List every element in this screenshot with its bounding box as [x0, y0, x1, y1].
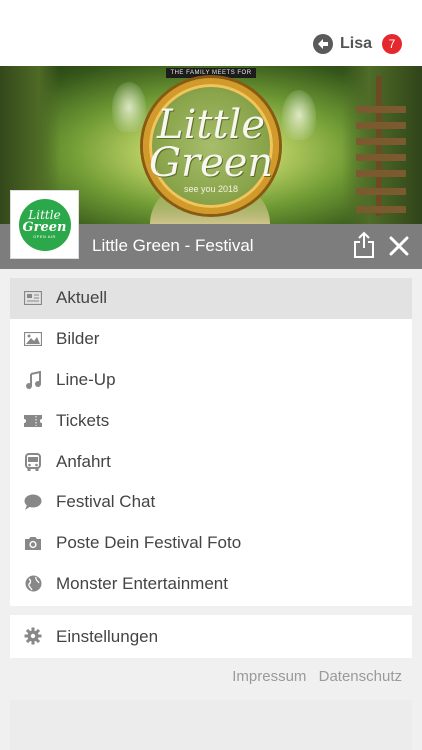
menu-item-label: Festival Chat [56, 492, 156, 512]
impressum-link[interactable]: Impressum [232, 668, 306, 685]
banner-tagline: see you 2018 [183, 184, 239, 194]
globe-icon [24, 575, 42, 593]
signpost-sign [356, 170, 406, 177]
menu-item-label: Poste Dein Festival Foto [56, 533, 242, 553]
user-name[interactable]: Lisa [340, 35, 372, 53]
share-icon[interactable] [352, 231, 376, 259]
menu-item-label: Bilder [56, 329, 100, 349]
menu-item-label: Monster Entertainment [56, 573, 228, 593]
gear-icon [24, 627, 42, 645]
fairy-left [112, 82, 146, 132]
fairy-right [282, 90, 316, 140]
banner-slogan: THE FAMILY MEETS FOR DANCING [166, 68, 256, 86]
settings-item[interactable]: Einstellungen [10, 615, 412, 658]
signpost-sign [356, 206, 406, 213]
bottom-panel [10, 700, 412, 750]
app-logo-icon [312, 34, 333, 54]
banner-brand: Little Green [149, 102, 274, 186]
menu-item-label: Aktuell [56, 288, 108, 308]
menu-item-poste-foto[interactable]: Poste Dein Festival Foto [10, 523, 412, 564]
chat-bubble-icon [24, 493, 42, 511]
event-logo-circle: Little Green OPEN AIR [18, 198, 71, 251]
music-note-icon [24, 370, 42, 389]
signpost-sign [356, 138, 406, 145]
user-profile[interactable]: Lisa 7 [312, 32, 402, 56]
image-icon [24, 330, 42, 348]
menu-item-aktuell[interactable]: Aktuell [10, 278, 412, 319]
menu-item-label: Anfahrt [56, 451, 111, 471]
signpost-sign [356, 188, 406, 195]
event-title: Little Green - Festival [92, 236, 254, 255]
top-bar: Lisa 7 [0, 0, 422, 66]
menu-item-label: Tickets [56, 410, 110, 430]
newspaper-icon [24, 289, 42, 307]
menu-item-label: Line-Up [56, 369, 116, 389]
camera-icon [24, 534, 42, 552]
banner-logo-ring: Little Green see you 2018 [143, 78, 279, 214]
menu-item-festival-chat[interactable]: Festival Chat [10, 482, 412, 523]
signpost-sign [356, 154, 406, 161]
banner-brand-line2: Green [149, 140, 274, 186]
settings-label: Einstellungen [56, 627, 159, 646]
signpost-pole [376, 76, 382, 216]
event-logo-line3: OPEN AIR [33, 234, 56, 239]
menu-item-line-up[interactable]: Line-Up [10, 360, 412, 401]
signpost-sign [356, 106, 406, 113]
event-logo-line2: Green [22, 220, 67, 235]
menu-item-bilder[interactable]: Bilder [10, 319, 412, 360]
ticket-icon [24, 412, 42, 430]
menu-item-anfahrt[interactable]: Anfahrt [10, 441, 412, 482]
banner-signpost [350, 76, 408, 216]
footer-links: Impressum Datenschutz [224, 668, 402, 685]
event-logo: Little Green OPEN AIR [10, 190, 79, 259]
close-icon[interactable] [386, 233, 412, 259]
bus-icon [24, 452, 42, 471]
menu-item-tickets[interactable]: Tickets [10, 400, 412, 441]
menu-item-monster-entertainment[interactable]: Monster Entertainment [10, 564, 412, 605]
notification-badge[interactable]: 7 [382, 34, 402, 54]
datenschutz-link[interactable]: Datenschutz [319, 668, 402, 685]
signpost-sign [356, 122, 406, 129]
banner-brand-line1: Little [157, 102, 265, 148]
main-menu: Aktuell Bilder Line-Up Tickets Anfahrt F… [10, 278, 412, 606]
